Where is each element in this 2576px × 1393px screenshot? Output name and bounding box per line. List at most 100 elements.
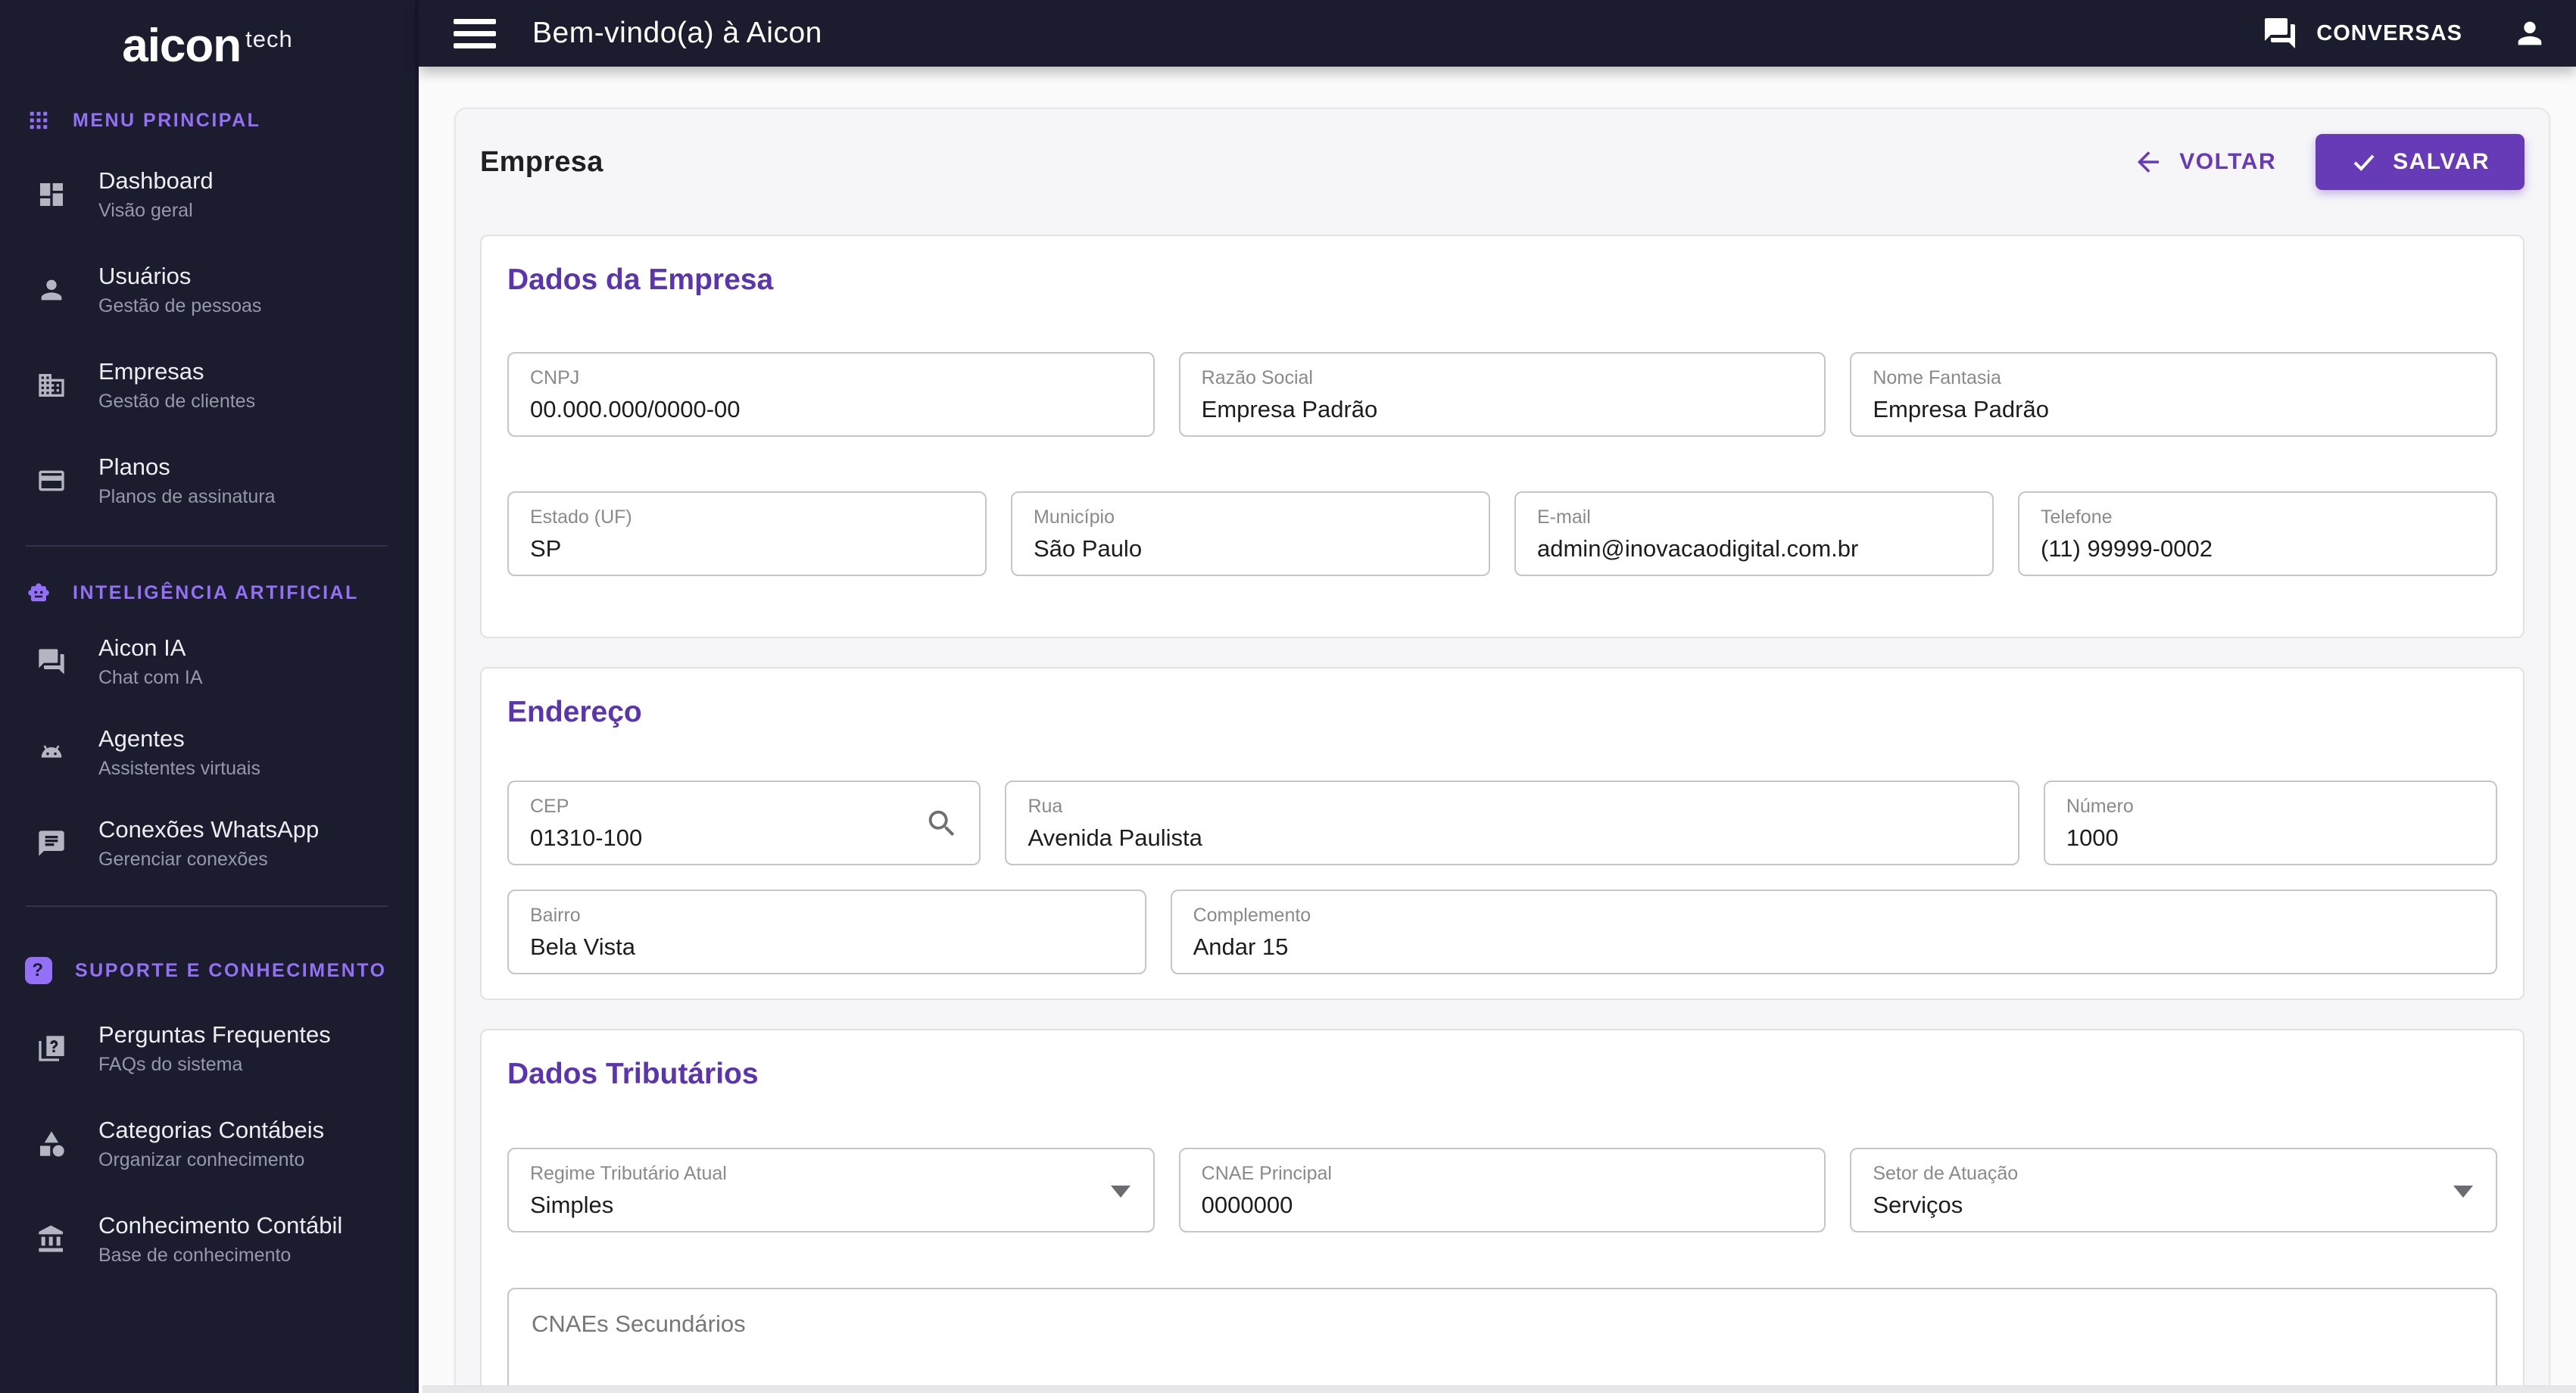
estado-label: Estado (UF) [530,506,632,528]
forum-icon [39,649,64,675]
bairro-field[interactable]: Bairro [507,890,1146,974]
rua-input[interactable] [1028,824,1997,852]
building-icon [39,374,64,397]
sidebar-item-label: Planos [98,453,170,481]
nome-fantasia-field[interactable]: Nome Fantasia [1850,352,2498,437]
cep-input[interactable] [530,824,959,852]
sidebar-item-sublabel: Assistentes virtuais [98,758,260,780]
numero-input[interactable] [2066,824,2475,852]
cnae-principal-input[interactable] [1201,1192,1804,1219]
bairro-input[interactable] [530,933,1124,961]
nome-fantasia-label: Nome Fantasia [1873,367,2001,388]
conversas-button[interactable]: CONVERSAS [2262,15,2462,51]
sidebar-item-aicon-ia[interactable]: Aicon IA Chat com IA [0,616,415,707]
sidebar-item-label: Usuários [98,263,192,290]
sidebar-item-conhecimento-contabil[interactable]: Conhecimento Contábil Base de conhecimen… [0,1192,415,1287]
person-icon [2518,21,2542,45]
credit-card-icon [39,470,64,491]
cnpj-field[interactable]: CNPJ [507,352,1155,437]
cnpj-label: CNPJ [530,367,580,388]
nome-fantasia-input[interactable] [1873,396,2475,423]
chat-icon [39,831,64,856]
cnpj-input[interactable] [530,396,1132,423]
conversas-label: CONVERSAS [2316,20,2462,45]
sidebar-item-sublabel: Organizar conhecimento [98,1149,305,1171]
sidebar-item-conexoes-whatsapp[interactable]: Conexões WhatsApp Gerenciar conexões [0,798,415,889]
sidebar-item-perguntas-frequentes[interactable]: Perguntas Frequentes FAQs do sistema [0,1001,415,1096]
sidebar-item-label: Categorias Contábeis [98,1117,325,1144]
empresa-card: Empresa VOLTAR SALVAR Dados da Empresa C… [454,108,2550,1393]
sidebar-item-label: Perguntas Frequentes [98,1021,331,1049]
sidebar-item-dashboard[interactable]: Dashboard Visão geral [0,147,415,242]
sidebar-item-sublabel: Gestão de clientes [98,391,256,413]
forum-icon [2265,18,2296,48]
card-header: Empresa VOLTAR SALVAR [480,132,2525,192]
cnaes-secundarios-textarea[interactable] [507,1288,2497,1393]
estado-input[interactable] [530,535,964,562]
estado-field[interactable]: Estado (UF) [507,491,987,576]
dashboard-icon [40,183,63,206]
voltar-button[interactable]: VOLTAR [2132,146,2276,178]
complemento-field[interactable]: Complemento [1170,890,2497,974]
sidebar-item-categorias-contabeis[interactable]: Categorias Contábeis Organizar conhecime… [0,1096,415,1192]
setor-atuacao-value[interactable] [1873,1192,2475,1219]
numero-label: Número [2066,796,2134,817]
sidebar-item-agentes[interactable]: Agentes Assistentes virtuais [0,707,415,798]
email-field[interactable]: E-mail [1514,491,1994,576]
razao-social-label: Razão Social [1201,367,1313,388]
quiz-icon [39,1036,64,1061]
hamburger-icon [454,18,496,24]
sidebar-item-sublabel: Planos de assinatura [98,486,276,508]
section-header-menu-principal: MENU PRINCIPAL [0,109,415,132]
panel-title: Dados Tributários [507,1058,759,1090]
sidebar-item-sublabel: Visão geral [98,200,193,222]
telefone-field[interactable]: Telefone [2018,491,2497,576]
razao-social-field[interactable]: Razão Social [1178,352,1826,437]
rua-field[interactable]: Rua [1005,781,2019,865]
cnae-principal-label: CNAE Principal [1201,1163,1332,1184]
razao-social-input[interactable] [1201,396,1804,423]
main-area: Bem-vindo(a) à Aicon CONVERSAS Empresa V… [419,0,2576,1393]
salvar-label: SALVAR [2393,149,2490,174]
section-header-inteligencia-artificial: INTELIGÊNCIA ARTIFICIAL [0,581,415,604]
regime-tributario-select[interactable]: Regime Tributário Atual [507,1148,1155,1233]
municipio-input[interactable] [1034,535,1467,562]
bank-icon [39,1225,63,1252]
check-icon [2353,154,2375,171]
sidebar-item-label: Conexões WhatsApp [98,816,320,843]
robot-icon [28,583,49,602]
panel-dados-tributarios: Dados Tributários Regime Tributário Atua… [480,1029,2525,1393]
email-label: E-mail [1537,506,1591,528]
email-input[interactable] [1537,535,1971,562]
setor-atuacao-select[interactable]: Setor de Atuação [1850,1148,2498,1233]
page-title: Empresa [480,145,603,178]
sidebar-item-sublabel: Gerenciar conexões [98,849,268,871]
chevron-down-icon[interactable] [1110,1186,1131,1198]
regime-tributario-label: Regime Tributário Atual [530,1163,727,1184]
municipio-field[interactable]: Município [1011,491,1490,576]
sidebar-item-usuarios[interactable]: Usuários Gestão de pessoas [0,242,415,338]
search-icon[interactable] [925,806,959,841]
bairro-label: Bairro [530,905,581,926]
sidebar-item-planos[interactable]: Planos Planos de assinatura [0,433,415,528]
sidebar-item-sublabel: Base de conhecimento [98,1245,292,1267]
account-button[interactable] [2512,16,2547,51]
telefone-input[interactable] [2041,535,2475,562]
grid-icon [30,111,48,129]
section-header-suporte-conhecimento: ? SUPORTE E CONHECIMENTO [0,957,415,984]
setor-atuacao-label: Setor de Atuação [1873,1163,2019,1184]
panel-title: Dados da Empresa [507,263,774,296]
sidebar-item-sublabel: Gestão de pessoas [98,295,262,317]
complemento-input[interactable] [1193,933,2475,961]
cep-field[interactable]: CEP [507,781,981,865]
chevron-down-icon[interactable] [2453,1186,2474,1198]
regime-tributario-value[interactable] [530,1192,1132,1219]
brand-suffix: tech [245,26,293,52]
horizontal-scrollbar[interactable] [423,1385,2576,1393]
numero-field[interactable]: Número [2043,781,2497,865]
sidebar-item-empresas[interactable]: Empresas Gestão de clientes [0,338,415,433]
menu-toggle-button[interactable] [454,14,496,53]
cnae-principal-field[interactable]: CNAE Principal [1178,1148,1826,1233]
salvar-button[interactable]: SALVAR [2316,134,2525,190]
welcome-title: Bem-vindo(a) à Aicon [532,17,822,49]
